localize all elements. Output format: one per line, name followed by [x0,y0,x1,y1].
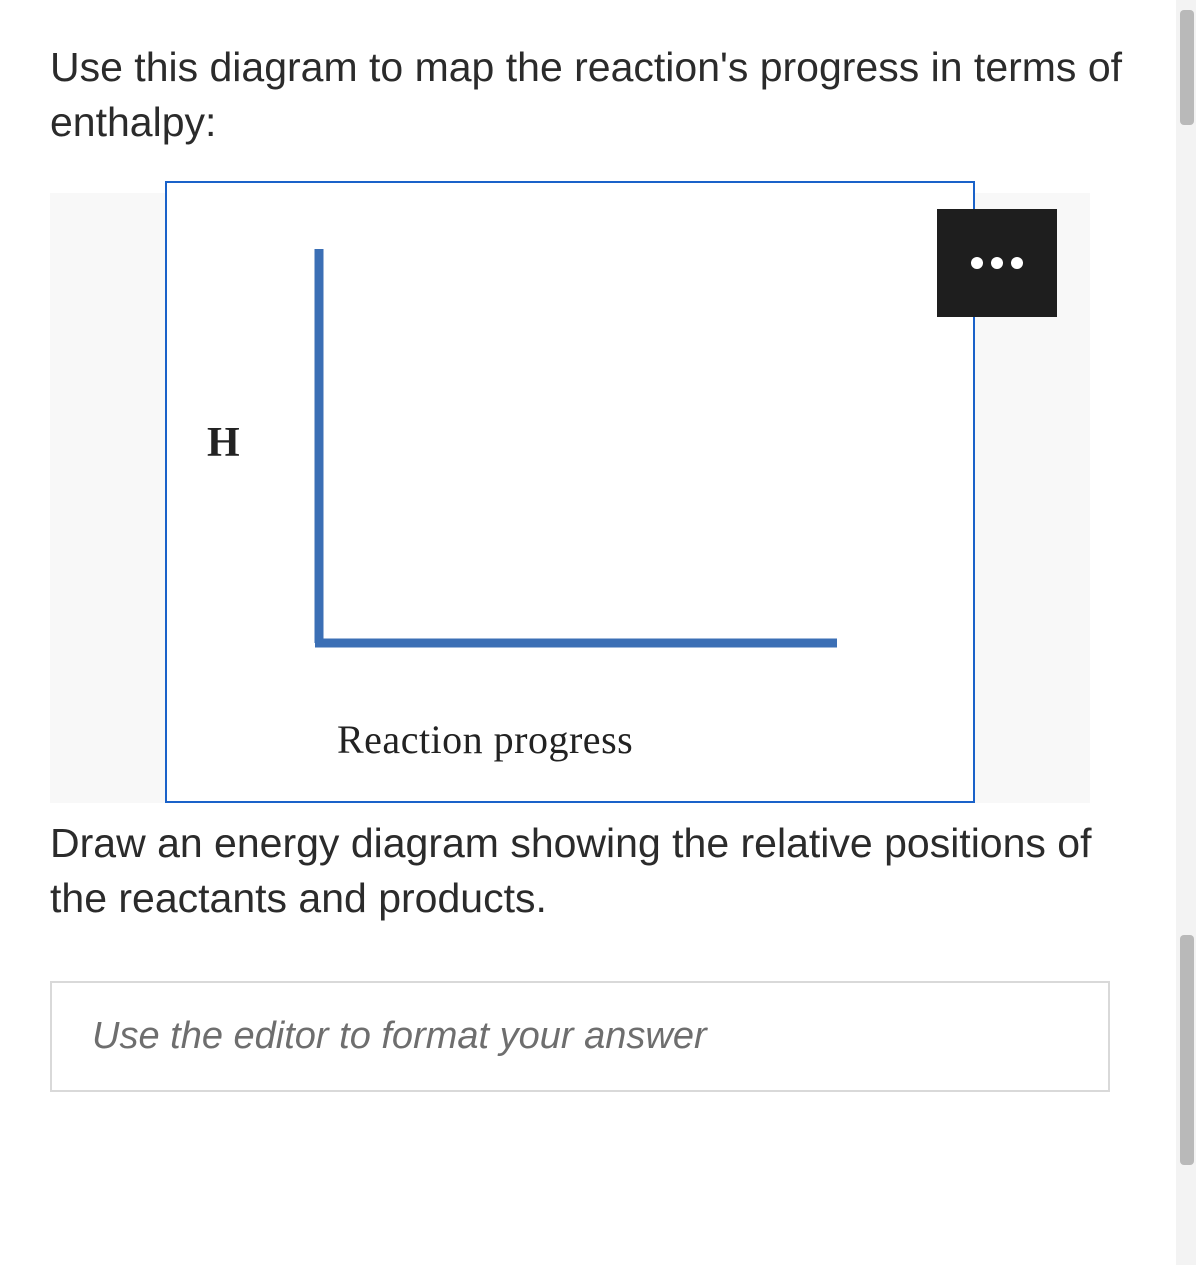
more-icon [1011,257,1023,269]
question-instruction: Draw an energy diagram showing the relat… [50,816,1150,927]
more-icon [991,257,1003,269]
answer-placeholder: Use the editor to format your answer [92,1015,707,1057]
more-icon [971,257,983,269]
diagram-container: H Reaction progress [50,181,1150,806]
scrollbar-thumb-upper[interactable] [1180,10,1194,125]
question-page: Use this diagram to map the reaction's p… [0,0,1200,1265]
scrollbar-track[interactable] [1176,0,1196,1265]
enthalpy-axes-chart [167,183,973,801]
y-axis-label: H [207,419,240,467]
options-button[interactable] [937,209,1057,317]
diagram-frame: H Reaction progress [165,181,975,803]
scrollbar-thumb-lower[interactable] [1180,935,1194,1165]
x-axis-label: Reaction progress [337,716,633,763]
answer-editor[interactable]: Use the editor to format your answer [50,981,1110,1092]
question-prompt: Use this diagram to map the reaction's p… [50,40,1150,151]
